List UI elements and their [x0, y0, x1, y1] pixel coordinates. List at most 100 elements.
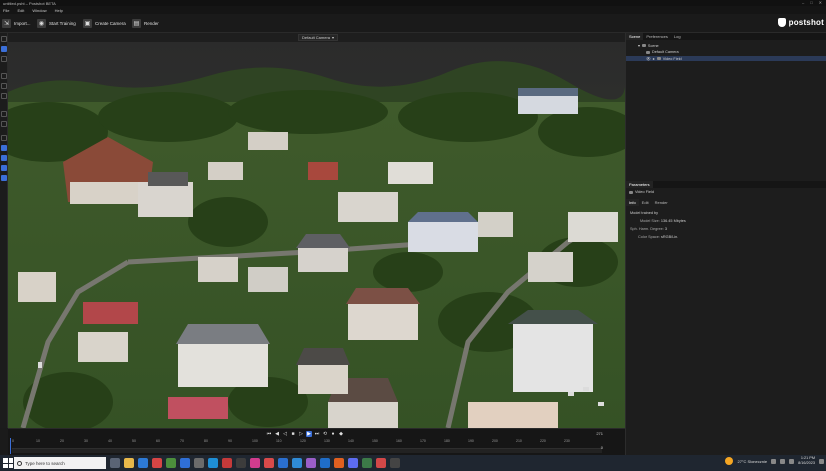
- menu-edit[interactable]: Edit: [17, 8, 24, 13]
- app-store-icon[interactable]: [278, 458, 288, 468]
- tick-label: 70: [180, 439, 184, 443]
- start-training-button[interactable]: ◉ Start Training: [37, 18, 76, 29]
- blender-icon[interactable]: [334, 458, 344, 468]
- tree-item-video-field[interactable]: 👁 ▸ Video Field: [626, 56, 826, 61]
- tree-item-scene[interactable]: ▾ Scene: [638, 43, 738, 49]
- visibility-eye-icon[interactable]: 👁: [646, 56, 651, 61]
- render-button[interactable]: ▤ Render: [132, 18, 159, 29]
- crop-tool-icon[interactable]: [1, 111, 7, 117]
- tick-label: 80: [204, 439, 208, 443]
- keyframe-icon[interactable]: ◆: [338, 431, 344, 437]
- tick-label: 130: [324, 439, 330, 443]
- mail-icon[interactable]: [138, 458, 148, 468]
- app-purple-icon[interactable]: [306, 458, 316, 468]
- eye-tool-icon[interactable]: [1, 135, 7, 141]
- current-frame-field[interactable]: 0: [601, 445, 603, 450]
- app-dark-icon[interactable]: [236, 458, 246, 468]
- expand-icon[interactable]: ▸: [653, 56, 655, 61]
- camera-select[interactable]: Default Camera ▾: [298, 34, 339, 41]
- frame-end-field[interactable]: 271: [596, 431, 603, 436]
- task-view-icon[interactable]: [110, 458, 120, 468]
- playhead-handle[interactable]: [10, 438, 11, 454]
- maximize-button[interactable]: □: [810, 0, 812, 5]
- create-camera-button[interactable]: ▣ Create Camera: [83, 18, 126, 29]
- close-button[interactable]: ✕: [819, 0, 822, 5]
- folder-icon: [641, 44, 646, 47]
- discord-icon[interactable]: [348, 458, 358, 468]
- windows-start-icon[interactable]: [3, 458, 13, 468]
- right-panel: Scene Preferences Log ▾ Scene Default Ca…: [625, 33, 826, 455]
- clock-date: 8/16/2023: [798, 461, 815, 465]
- tree-item-default-camera[interactable]: Default Camera: [646, 50, 746, 54]
- menu-window[interactable]: Window: [32, 8, 46, 13]
- app-blue-icon[interactable]: [180, 458, 190, 468]
- minimize-button[interactable]: –: [802, 0, 804, 5]
- tab-edit[interactable]: Edit: [639, 199, 652, 206]
- last-frame-icon[interactable]: ⏭: [314, 431, 320, 437]
- tab-log[interactable]: Log: [671, 33, 684, 40]
- viewport-header: Default Camera ▾: [8, 33, 625, 42]
- search-placeholder: Type here to search: [25, 460, 65, 466]
- camera-icon: [646, 50, 650, 54]
- home-tool-icon[interactable]: [1, 36, 7, 42]
- rotate-tool-icon[interactable]: [1, 83, 7, 89]
- app-red-icon[interactable]: [222, 458, 232, 468]
- 3d-viewport[interactable]: Default Camera ▾: [8, 33, 625, 428]
- camera-tool-icon[interactable]: [1, 145, 7, 151]
- stop-icon[interactable]: ■: [290, 431, 296, 437]
- tab-preferences[interactable]: Preferences: [643, 33, 671, 40]
- postshot-taskbar-icon[interactable]: [390, 458, 400, 468]
- expand-icon[interactable]: ▾: [638, 43, 640, 48]
- weather-sun-icon[interactable]: [725, 457, 734, 465]
- brush-tool-icon[interactable]: [1, 121, 7, 127]
- timeline-panel: ⏮ ◀ ◁ ■ ▷ ▶ ⏭ ⟲ ● ◆ 271 0 10 20 30 40 50…: [8, 428, 625, 455]
- tab-render[interactable]: Render: [652, 199, 671, 206]
- chevron-up-icon[interactable]: [771, 458, 777, 464]
- app-record-icon[interactable]: [264, 458, 274, 468]
- import-button[interactable]: ⇲ Import...: [2, 18, 31, 29]
- network-icon[interactable]: [780, 458, 786, 464]
- timeline-track[interactable]: [12, 448, 602, 453]
- loop-icon[interactable]: ⟲: [322, 431, 328, 437]
- flag-tool-icon[interactable]: [1, 56, 7, 62]
- file-explorer-icon[interactable]: [124, 458, 134, 468]
- main-toolbar: ⇲ Import... ◉ Start Training ▣ Create Ca…: [0, 14, 826, 33]
- erase-tool-icon[interactable]: [1, 165, 7, 171]
- tick-label: 170: [420, 439, 426, 443]
- play-icon[interactable]: ▶: [306, 431, 312, 437]
- next-frame-icon[interactable]: ▷: [298, 431, 304, 437]
- app-green2-icon[interactable]: [362, 458, 372, 468]
- app-red2-icon[interactable]: [376, 458, 386, 468]
- step-back-icon[interactable]: ◀: [274, 431, 280, 437]
- tab-info[interactable]: Info: [626, 199, 639, 206]
- app-photoshop-icon[interactable]: [208, 458, 218, 468]
- tree-item-label: Default Camera: [652, 50, 679, 54]
- record-icon[interactable]: ●: [330, 431, 336, 437]
- tick-label: 200: [492, 439, 498, 443]
- select-tool-icon[interactable]: [1, 46, 7, 52]
- menu-help[interactable]: Help: [55, 8, 63, 13]
- clock[interactable]: 1:21 PM 8/16/2023: [798, 456, 815, 466]
- prev-frame-icon[interactable]: ◁: [282, 431, 288, 437]
- vscode-icon[interactable]: [292, 458, 302, 468]
- app-pink-icon[interactable]: [250, 458, 260, 468]
- chrome-icon[interactable]: [152, 458, 162, 468]
- taskbar-search[interactable]: Type here to search: [14, 457, 106, 469]
- notifications-icon[interactable]: [819, 458, 824, 464]
- app-gray-icon[interactable]: [194, 458, 204, 468]
- chevron-down-icon: ▾: [332, 35, 335, 40]
- tab-scene[interactable]: Scene: [626, 33, 644, 40]
- weather-text[interactable]: 27°C Slonecznie: [737, 459, 767, 464]
- first-frame-icon[interactable]: ⏮: [266, 431, 272, 437]
- app-blue2-icon[interactable]: [320, 458, 330, 468]
- app-green-icon[interactable]: [166, 458, 176, 468]
- menu-file[interactable]: File: [3, 8, 9, 13]
- volume-icon[interactable]: [789, 458, 795, 464]
- paint-tool-icon[interactable]: [1, 155, 7, 161]
- selected-object-label: Video Field: [635, 190, 654, 194]
- scale-tool-icon[interactable]: [1, 93, 7, 99]
- sph-degree-label: Sph. Harm. Degree:: [630, 227, 664, 231]
- grid-tool-icon[interactable]: [1, 175, 7, 181]
- color-space-row: Color Space: sRGB/Lin.: [638, 235, 678, 239]
- move-tool-icon[interactable]: [1, 73, 7, 79]
